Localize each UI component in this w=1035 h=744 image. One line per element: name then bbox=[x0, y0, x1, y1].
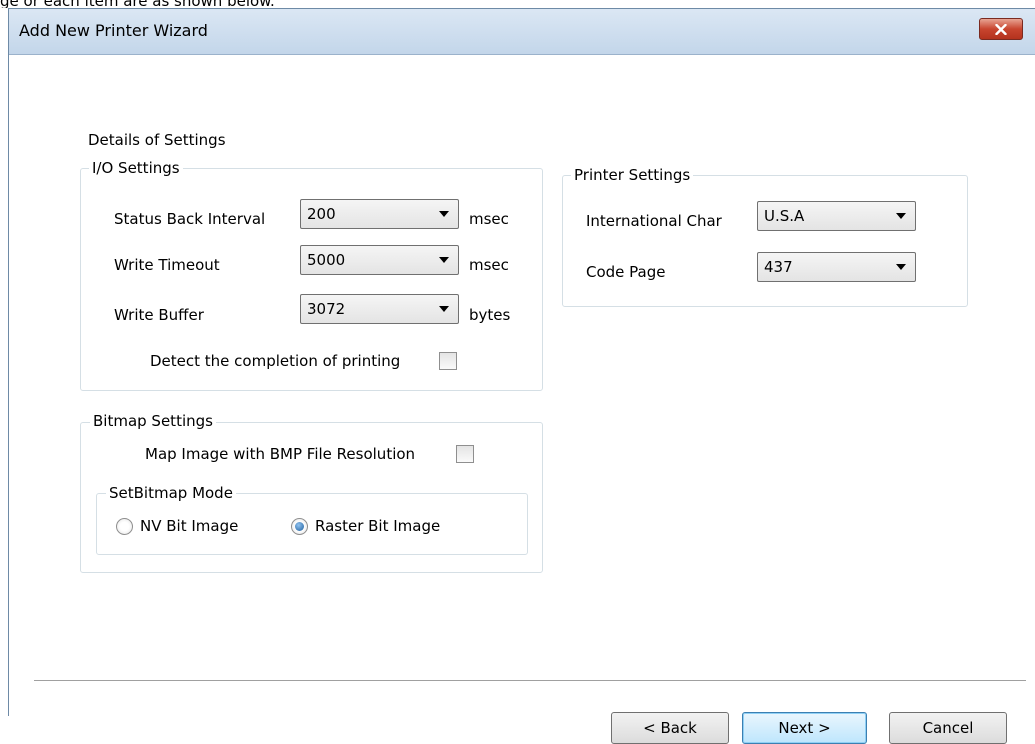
printer-settings-group bbox=[562, 175, 968, 307]
raster-bit-image-radio[interactable] bbox=[291, 518, 308, 535]
printer-settings-title: Printer Settings bbox=[571, 166, 694, 184]
chevron-down-icon bbox=[439, 306, 449, 312]
nv-bit-image-radio[interactable] bbox=[116, 518, 133, 535]
chevron-down-icon bbox=[896, 213, 906, 219]
write-timeout-unit: msec bbox=[469, 256, 509, 274]
write-timeout-label: Write Timeout bbox=[114, 256, 220, 274]
close-x-icon bbox=[995, 23, 1007, 35]
status-back-interval-label: Status Back Interval bbox=[114, 210, 266, 228]
map-image-checkbox[interactable] bbox=[456, 445, 474, 463]
cancel-button[interactable]: Cancel bbox=[889, 712, 1007, 744]
wizard-window: Add New Printer Wizard Details of Settin… bbox=[8, 8, 1035, 744]
chevron-down-icon bbox=[439, 211, 449, 217]
write-buffer-combo[interactable]: 3072 bbox=[300, 294, 459, 324]
write-buffer-value: 3072 bbox=[307, 300, 346, 318]
status-back-interval-unit: msec bbox=[469, 210, 509, 228]
write-buffer-label: Write Buffer bbox=[114, 306, 204, 324]
raster-bit-image-label: Raster Bit Image bbox=[315, 517, 441, 535]
io-settings-title: I/O Settings bbox=[89, 159, 183, 177]
code-page-combo[interactable]: 437 bbox=[757, 252, 916, 282]
bottom-separator bbox=[34, 680, 1026, 682]
window-title: Add New Printer Wizard bbox=[19, 21, 208, 40]
details-heading: Details of Settings bbox=[88, 131, 226, 149]
setbitmap-mode-title: SetBitmap Mode bbox=[106, 484, 236, 502]
international-char-value: U.S.A bbox=[764, 207, 805, 225]
status-back-interval-combo[interactable]: 200 bbox=[300, 199, 459, 229]
back-button[interactable]: < Back bbox=[611, 712, 729, 744]
title-bar: Add New Printer Wizard bbox=[9, 9, 1035, 55]
write-timeout-value: 5000 bbox=[307, 251, 346, 269]
write-timeout-combo[interactable]: 5000 bbox=[300, 245, 459, 275]
international-char-combo[interactable]: U.S.A bbox=[757, 201, 916, 231]
wizard-content: Details of Settings I/O Settings Status … bbox=[9, 55, 1035, 744]
nv-bit-image-label: NV Bit Image bbox=[140, 517, 239, 535]
chevron-down-icon bbox=[896, 264, 906, 270]
code-page-value: 437 bbox=[764, 258, 793, 276]
detect-completion-label: Detect the completion of printing bbox=[150, 352, 401, 370]
bitmap-settings-title: Bitmap Settings bbox=[90, 412, 216, 430]
page-caption: ge or each item are as shown below. bbox=[0, 0, 1035, 8]
map-image-label: Map Image with BMP File Resolution bbox=[145, 445, 416, 463]
status-back-interval-value: 200 bbox=[307, 205, 336, 223]
next-button[interactable]: Next > bbox=[742, 712, 867, 744]
international-char-label: International Char bbox=[586, 212, 722, 230]
detect-completion-checkbox[interactable] bbox=[439, 352, 457, 370]
chevron-down-icon bbox=[439, 257, 449, 263]
code-page-label: Code Page bbox=[586, 263, 666, 281]
close-button[interactable] bbox=[979, 18, 1023, 40]
write-buffer-unit: bytes bbox=[469, 306, 511, 324]
